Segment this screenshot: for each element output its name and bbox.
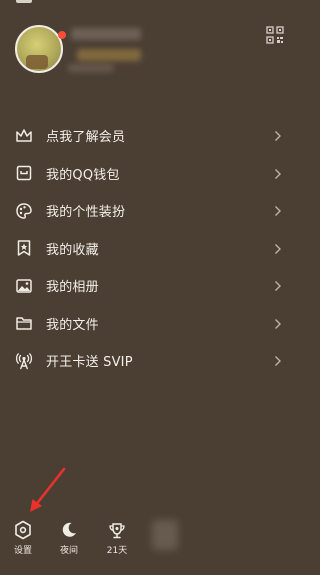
menu-item-album[interactable]: 我的相册 xyxy=(0,267,300,305)
menu-item-label: 我的收藏 xyxy=(46,242,99,258)
weather-label: 21天 xyxy=(106,546,128,556)
chevron-right-icon xyxy=(274,279,284,293)
settings-button[interactable]: 设置 xyxy=(6,520,40,556)
menu-item-files[interactable]: 我的文件 xyxy=(0,305,300,343)
menu-item-label: 我的相册 xyxy=(46,280,99,296)
menu-item-label: 开王卡送 SVIP xyxy=(46,355,133,371)
chevron-right-icon xyxy=(274,317,284,331)
chevron-right-icon xyxy=(274,167,284,181)
profile-header xyxy=(0,0,300,100)
moon-icon xyxy=(52,520,86,540)
chevron-right-icon xyxy=(274,242,284,256)
crown-icon xyxy=(14,126,34,146)
menu-item-label: 我的个性装扮 xyxy=(46,205,126,221)
menu-item-label: 点我了解会员 xyxy=(46,130,126,146)
settings-hexagon-icon xyxy=(6,520,40,540)
settings-label: 设置 xyxy=(13,546,32,556)
menu-item-label: 我的QQ钱包 xyxy=(46,167,120,183)
night-mode-label: 夜间 xyxy=(59,546,78,556)
palette-icon xyxy=(14,201,34,221)
annotation-arrow xyxy=(30,467,66,512)
photo-icon xyxy=(14,276,34,296)
menu-item-label: 我的文件 xyxy=(46,317,99,333)
wallet-icon xyxy=(14,163,34,183)
blurred-widget xyxy=(152,520,178,550)
qr-code-icon[interactable] xyxy=(266,26,284,44)
bookmark-star-icon xyxy=(14,238,34,258)
member-badge-blurred xyxy=(77,49,141,61)
drawer-bottom-bar: 设置 夜间 21天 xyxy=(0,518,300,568)
weather-button[interactable]: 21天 xyxy=(100,520,134,556)
folder-icon xyxy=(14,313,34,333)
menu-item-themes[interactable]: 我的个性装扮 xyxy=(0,192,300,230)
chevron-right-icon xyxy=(274,204,284,218)
chevron-right-icon xyxy=(274,354,284,368)
menu-item-king-card[interactable]: 开王卡送 SVIP xyxy=(0,342,300,380)
chevron-right-icon xyxy=(274,129,284,143)
signature-blurred xyxy=(68,64,114,72)
avatar[interactable] xyxy=(15,25,63,73)
weather-icon xyxy=(100,520,134,540)
night-mode-button[interactable]: 夜间 xyxy=(52,520,86,556)
menu-item-vip[interactable]: 点我了解会员 xyxy=(0,117,300,155)
username-blurred xyxy=(71,28,141,40)
menu-item-favorites[interactable]: 我的收藏 xyxy=(0,230,300,268)
signal-tower-icon xyxy=(14,351,34,371)
menu-item-wallet[interactable]: 我的QQ钱包 xyxy=(0,155,300,193)
notification-dot xyxy=(58,31,66,39)
drawer-menu: 点我了解会员 我的QQ钱包 我的个性装扮 我的收藏 我的相册 我的文件 开王卡送… xyxy=(0,117,300,380)
